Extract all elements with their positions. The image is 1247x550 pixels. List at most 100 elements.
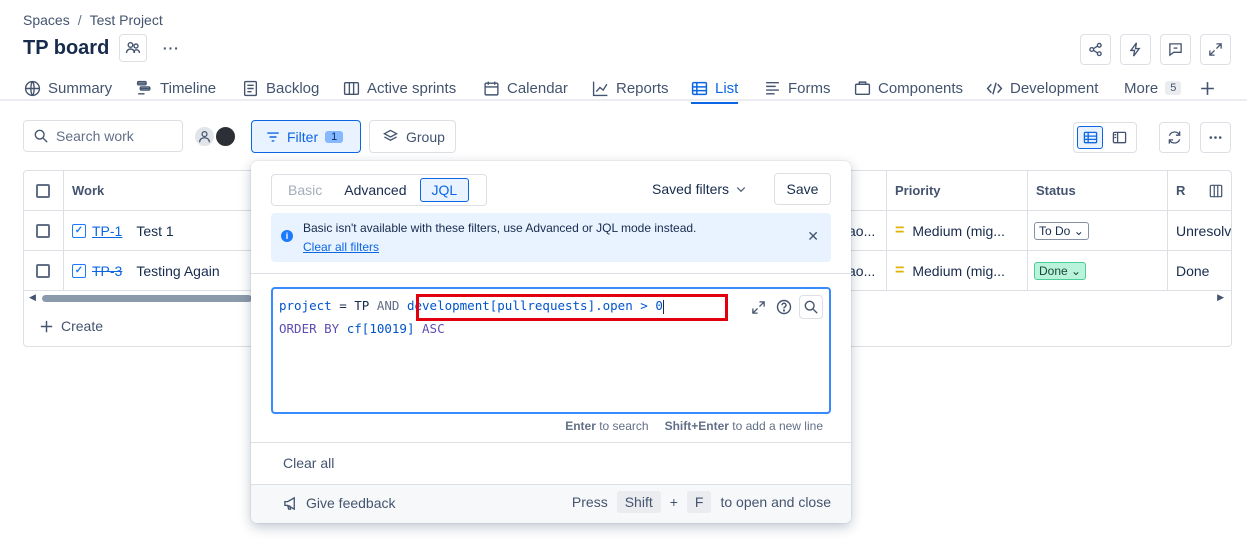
task-icon: ✓ <box>72 263 86 278</box>
tab-reports[interactable]: Reports <box>592 75 669 101</box>
feedback-icon[interactable] <box>1160 34 1191 65</box>
horizontal-scrollbar[interactable] <box>42 295 252 302</box>
tab-components[interactable]: Components <box>854 75 963 101</box>
filter-icon <box>267 131 279 142</box>
status-dropdown[interactable]: To Do ⌄ <box>1034 221 1089 240</box>
close-icon[interactable]: ✕ <box>807 228 819 245</box>
editor-tools <box>747 295 823 319</box>
row-select-cell <box>24 251 64 290</box>
row-checkbox[interactable] <box>36 223 50 238</box>
divider <box>251 442 851 443</box>
enter-hint-text: to search <box>595 419 649 433</box>
search-placeholder: Search work <box>56 128 134 144</box>
resolution-cell: Unresolv <box>1176 222 1232 239</box>
issue-summary[interactable]: Testing Again <box>136 263 219 279</box>
popup-footer: Give feedback Press Shift + F to open an… <box>251 484 851 523</box>
status-cell: To Do ⌄ <box>1028 211 1168 250</box>
jql-and: AND <box>369 298 407 313</box>
list-toolbar: Search work Filter 1 Group <box>23 120 1231 153</box>
automation-icon[interactable] <box>1120 34 1151 65</box>
expand-icon[interactable] <box>747 296 769 318</box>
code-icon <box>986 81 1003 95</box>
more-options-icon[interactable]: ··· <box>157 34 186 62</box>
jql-order-dir: ASC <box>422 321 445 336</box>
share-icon[interactable] <box>1080 34 1111 65</box>
create-label: Create <box>61 318 104 334</box>
tab-development[interactable]: Development <box>986 75 1098 101</box>
breadcrumb-project[interactable]: Test Project <box>90 12 163 28</box>
add-tab-icon[interactable] <box>1199 75 1216 101</box>
create-button[interactable]: Create <box>40 318 103 334</box>
unassigned-avatar[interactable] <box>193 125 216 148</box>
tab-summary[interactable]: Summary <box>24 75 112 101</box>
task-icon: ✓ <box>72 223 86 238</box>
give-feedback-button[interactable]: Give feedback <box>283 495 396 511</box>
search-icon[interactable] <box>799 295 823 319</box>
issue-key-link[interactable]: TP-3 <box>92 263 122 279</box>
more-actions-icon[interactable] <box>1200 122 1231 153</box>
tab-active-sprints[interactable]: Active sprints <box>343 75 456 101</box>
jql-editor[interactable]: project = TP AND development[pullrequest… <box>271 287 831 414</box>
filter-button[interactable]: Filter 1 <box>251 120 361 153</box>
info-icon: i <box>281 230 293 242</box>
search-input[interactable]: Search work <box>23 120 183 152</box>
filter-popup: Basic Advanced JQL Saved filters Save i … <box>251 161 851 523</box>
tab-forms[interactable]: Forms <box>764 75 831 101</box>
status-dropdown[interactable]: Done ⌄ <box>1034 261 1087 280</box>
tab-label: Summary <box>48 79 113 97</box>
chevron-down-icon: ⌄ <box>1073 223 1084 238</box>
tab-label: Development <box>1010 79 1099 97</box>
mode-advanced[interactable]: Advanced <box>333 178 417 202</box>
enter-key: Enter <box>565 419 596 433</box>
breadcrumb-spaces[interactable]: Spaces <box>23 12 70 28</box>
tab-list[interactable]: List <box>691 75 739 104</box>
clear-all-filters-link[interactable]: Clear all filters <box>303 240 379 254</box>
components-icon <box>854 80 871 95</box>
mode-basic[interactable]: Basic <box>272 178 333 202</box>
board-icon <box>343 81 360 95</box>
detail-view-icon[interactable] <box>1106 126 1132 149</box>
title-row: TP board ··· <box>23 34 186 62</box>
breadcrumb: Spaces / Test Project <box>23 12 163 28</box>
issue-key-link[interactable]: TP-1 <box>92 223 122 239</box>
group-button[interactable]: Group <box>369 120 456 153</box>
column-resolution[interactable]: R <box>1168 171 1231 210</box>
project-tabs: Summary Timeline Backlog Active sprints … <box>0 70 1247 104</box>
tab-label: Backlog <box>266 79 320 97</box>
tab-label: Calendar <box>507 79 568 97</box>
clear-all-button[interactable]: Clear all <box>283 455 334 471</box>
fullscreen-icon[interactable] <box>1200 34 1231 65</box>
saved-filters-dropdown[interactable]: Saved filters <box>652 181 747 197</box>
status-label: To Do <box>1039 223 1071 238</box>
scroll-right-icon[interactable]: ▶ <box>1217 292 1224 303</box>
scroll-left-icon[interactable]: ◀ <box>29 292 36 303</box>
select-all-checkbox[interactable] <box>36 183 50 198</box>
shortcut-suffix: to open and close <box>720 494 831 510</box>
keyboard-hint: Enter to search Shift+Enter to add a new… <box>565 419 823 433</box>
tab-label: List <box>715 79 739 97</box>
help-icon[interactable] <box>773 296 795 318</box>
tab-calendar[interactable]: Calendar <box>483 75 568 101</box>
refresh-icon[interactable] <box>1159 122 1190 153</box>
issue-summary[interactable]: Test 1 <box>136 223 173 239</box>
priority-cell[interactable]: = Medium (mig... <box>887 251 1028 290</box>
user-avatar[interactable] <box>214 125 237 148</box>
tab-label: Active sprints <box>367 79 457 97</box>
mode-jql[interactable]: JQL <box>419 178 470 202</box>
tab-timeline[interactable]: Timeline <box>136 75 216 101</box>
filter-label: Filter <box>287 128 319 145</box>
team-icon[interactable] <box>119 34 148 62</box>
column-priority[interactable]: Priority <box>887 171 1028 210</box>
shift-enter-key: Shift+Enter <box>664 419 729 433</box>
column-settings-icon[interactable] <box>1209 184 1223 198</box>
shortcut-press: Press <box>571 494 608 510</box>
row-checkbox[interactable] <box>36 263 50 278</box>
priority-cell[interactable]: = Medium (mig... <box>887 211 1028 250</box>
tab-backlog[interactable]: Backlog <box>242 75 319 101</box>
divider <box>251 273 851 274</box>
tab-more[interactable]: More 5 <box>1124 75 1182 101</box>
save-button[interactable]: Save <box>774 173 831 205</box>
column-status[interactable]: Status <box>1028 171 1168 210</box>
tab-label: Timeline <box>160 79 217 97</box>
table-view-icon[interactable] <box>1077 126 1103 149</box>
